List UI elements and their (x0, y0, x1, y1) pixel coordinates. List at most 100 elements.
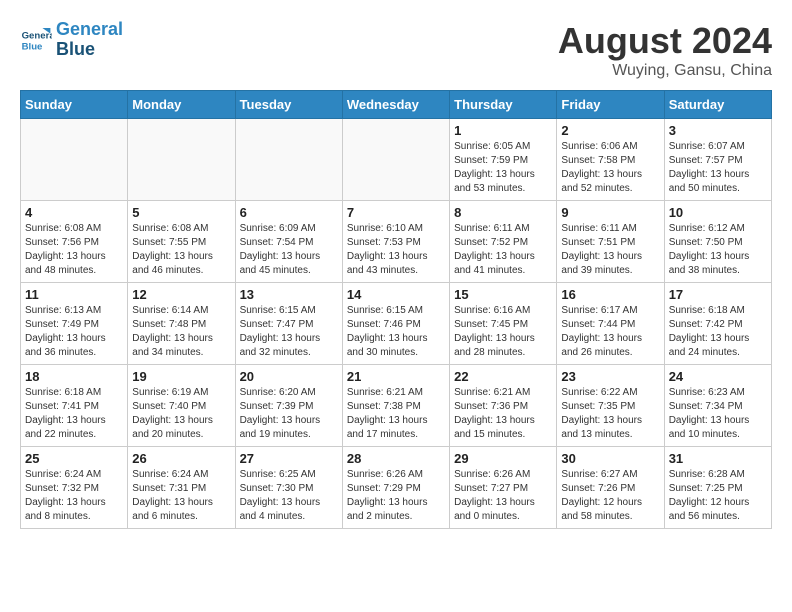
day-number: 24 (669, 369, 767, 384)
calendar-cell: 7Sunrise: 6:10 AMSunset: 7:53 PMDaylight… (342, 201, 449, 283)
calendar-cell: 25Sunrise: 6:24 AMSunset: 7:32 PMDayligh… (21, 447, 128, 529)
day-number: 26 (132, 451, 230, 466)
day-info: Sunrise: 6:12 AMSunset: 7:50 PMDaylight:… (669, 222, 767, 278)
location-subtitle: Wuying, Gansu, China (558, 62, 772, 80)
day-number: 15 (454, 287, 552, 302)
day-info: Sunrise: 6:11 AMSunset: 7:52 PMDaylight:… (454, 222, 552, 278)
day-info: Sunrise: 6:17 AMSunset: 7:44 PMDaylight:… (561, 304, 659, 360)
day-info: Sunrise: 6:19 AMSunset: 7:40 PMDaylight:… (132, 386, 230, 442)
day-number: 11 (25, 287, 123, 302)
calendar-cell: 17 Sunrise: 6:18 AMSunset: 7:42 PMDayligh… (664, 283, 771, 365)
day-number: 18 (25, 369, 123, 384)
calendar-cell (342, 119, 449, 201)
calendar-cell: 3 Sunrise: 6:07 AMSunset: 7:57 PMDaylight… (664, 119, 771, 201)
calendar-cell (128, 119, 235, 201)
calendar-week-row: 25Sunrise: 6:24 AMSunset: 7:32 PMDayligh… (21, 447, 772, 529)
calendar-cell: 26 Sunrise: 6:24 AMSunset: 7:31 PMDayligh… (128, 447, 235, 529)
calendar-cell: 4Sunrise: 6:08 AMSunset: 7:56 PMDaylight… (21, 201, 128, 283)
day-info: Sunrise: 6:23 AMSunset: 7:34 PMDaylight:… (669, 386, 767, 442)
calendar-week-row: 4Sunrise: 6:08 AMSunset: 7:56 PMDaylight… (21, 201, 772, 283)
calendar-cell: 12Sunrise: 6:14 AMSunset: 7:48 PMDayligh… (128, 283, 235, 365)
calendar-cell: 24 Sunrise: 6:23 AMSunset: 7:34 PMDayligh… (664, 365, 771, 447)
weekday-header: Monday (128, 91, 235, 119)
day-number: 5 (132, 205, 230, 220)
logo-text-line2: Blue (56, 40, 123, 60)
day-number: 4 (25, 205, 123, 220)
calendar-cell: 31 Sunrise: 6:28 AMSunset: 7:25 PMDayligh… (664, 447, 771, 529)
day-number: 27 (240, 451, 338, 466)
calendar-cell: 21Sunrise: 6:21 AMSunset: 7:38 PMDayligh… (342, 365, 449, 447)
calendar-week-row: 1 Sunrise: 6:05 AMSunset: 7:59 PMDaylight… (21, 119, 772, 201)
day-number: 31 (669, 451, 767, 466)
weekday-header: Friday (557, 91, 664, 119)
day-number: 17 (669, 287, 767, 302)
calendar-cell: 23Sunrise: 6:22 AMSunset: 7:35 PMDayligh… (557, 365, 664, 447)
calendar-week-row: 18Sunrise: 6:18 AMSunset: 7:41 PMDayligh… (21, 365, 772, 447)
weekday-header: Saturday (664, 91, 771, 119)
calendar-cell: 14Sunrise: 6:15 AMSunset: 7:46 PMDayligh… (342, 283, 449, 365)
day-info: Sunrise: 6:20 AMSunset: 7:39 PMDaylight:… (240, 386, 338, 442)
day-number: 9 (561, 205, 659, 220)
calendar-cell: 9 Sunrise: 6:11 AMSunset: 7:51 PMDaylight… (557, 201, 664, 283)
calendar-cell: 1 Sunrise: 6:05 AMSunset: 7:59 PMDaylight… (450, 119, 557, 201)
svg-text:Blue: Blue (22, 41, 43, 52)
weekday-header-row: SundayMondayTuesdayWednesdayThursdayFrid… (21, 91, 772, 119)
calendar-cell (21, 119, 128, 201)
day-info: Sunrise: 6:05 AMSunset: 7:59 PMDaylight:… (454, 140, 552, 196)
day-number: 16 (561, 287, 659, 302)
day-info: Sunrise: 6:06 AMSunset: 7:58 PMDaylight:… (561, 140, 659, 196)
day-info: Sunrise: 6:09 AMSunset: 7:54 PMDaylight:… (240, 222, 338, 278)
day-info: Sunrise: 6:27 AMSunset: 7:26 PMDaylight:… (561, 468, 659, 524)
day-info: Sunrise: 6:24 AMSunset: 7:31 PMDaylight:… (132, 468, 230, 524)
day-number: 6 (240, 205, 338, 220)
day-info: Sunrise: 6:28 AMSunset: 7:25 PMDaylight:… (669, 468, 767, 524)
calendar-cell: 19 Sunrise: 6:19 AMSunset: 7:40 PMDayligh… (128, 365, 235, 447)
calendar-week-row: 11 Sunrise: 6:13 AMSunset: 7:49 PMDayligh… (21, 283, 772, 365)
day-info: Sunrise: 6:11 AMSunset: 7:51 PMDaylight:… (561, 222, 659, 278)
logo-icon: General Blue (20, 24, 52, 56)
day-info: Sunrise: 6:08 AMSunset: 7:55 PMDaylight:… (132, 222, 230, 278)
day-number: 13 (240, 287, 338, 302)
month-year-title: August 2024 (558, 20, 772, 62)
day-number: 25 (25, 451, 123, 466)
calendar-cell: 11 Sunrise: 6:13 AMSunset: 7:49 PMDayligh… (21, 283, 128, 365)
day-number: 19 (132, 369, 230, 384)
calendar-cell: 29Sunrise: 6:26 AMSunset: 7:27 PMDayligh… (450, 447, 557, 529)
day-number: 10 (669, 205, 767, 220)
day-number: 8 (454, 205, 552, 220)
day-info: Sunrise: 6:18 AMSunset: 7:42 PMDaylight:… (669, 304, 767, 360)
day-info: Sunrise: 6:21 AMSunset: 7:36 PMDaylight:… (454, 386, 552, 442)
day-number: 2 (561, 123, 659, 138)
day-info: Sunrise: 6:15 AMSunset: 7:46 PMDaylight:… (347, 304, 445, 360)
calendar-cell: 15 Sunrise: 6:16 AMSunset: 7:45 PMDayligh… (450, 283, 557, 365)
logo-text-line1: General (56, 20, 123, 40)
day-number: 23 (561, 369, 659, 384)
day-info: Sunrise: 6:07 AMSunset: 7:57 PMDaylight:… (669, 140, 767, 196)
day-number: 3 (669, 123, 767, 138)
calendar-table: SundayMondayTuesdayWednesdayThursdayFrid… (20, 90, 772, 529)
day-info: Sunrise: 6:25 AMSunset: 7:30 PMDaylight:… (240, 468, 338, 524)
calendar-cell: 16 Sunrise: 6:17 AMSunset: 7:44 PMDayligh… (557, 283, 664, 365)
calendar-cell: 18Sunrise: 6:18 AMSunset: 7:41 PMDayligh… (21, 365, 128, 447)
day-info: Sunrise: 6:16 AMSunset: 7:45 PMDaylight:… (454, 304, 552, 360)
weekday-header: Sunday (21, 91, 128, 119)
day-number: 1 (454, 123, 552, 138)
svg-text:General: General (22, 30, 52, 41)
day-number: 30 (561, 451, 659, 466)
calendar-cell: 13Sunrise: 6:15 AMSunset: 7:47 PMDayligh… (235, 283, 342, 365)
weekday-header: Wednesday (342, 91, 449, 119)
calendar-cell: 2 Sunrise: 6:06 AMSunset: 7:58 PMDaylight… (557, 119, 664, 201)
day-info: Sunrise: 6:13 AMSunset: 7:49 PMDaylight:… (25, 304, 123, 360)
calendar-cell: 20Sunrise: 6:20 AMSunset: 7:39 PMDayligh… (235, 365, 342, 447)
calendar-cell: 10 Sunrise: 6:12 AMSunset: 7:50 PMDayligh… (664, 201, 771, 283)
day-number: 28 (347, 451, 445, 466)
calendar-cell: 28Sunrise: 6:26 AMSunset: 7:29 PMDayligh… (342, 447, 449, 529)
day-number: 12 (132, 287, 230, 302)
weekday-header: Thursday (450, 91, 557, 119)
calendar-cell: 27 Sunrise: 6:25 AMSunset: 7:30 PMDayligh… (235, 447, 342, 529)
page-header: General Blue General Blue August 2024 Wu… (20, 20, 772, 80)
day-info: Sunrise: 6:26 AMSunset: 7:27 PMDaylight:… (454, 468, 552, 524)
title-block: August 2024 Wuying, Gansu, China (558, 20, 772, 80)
day-number: 21 (347, 369, 445, 384)
calendar-cell: 5 Sunrise: 6:08 AMSunset: 7:55 PMDaylight… (128, 201, 235, 283)
